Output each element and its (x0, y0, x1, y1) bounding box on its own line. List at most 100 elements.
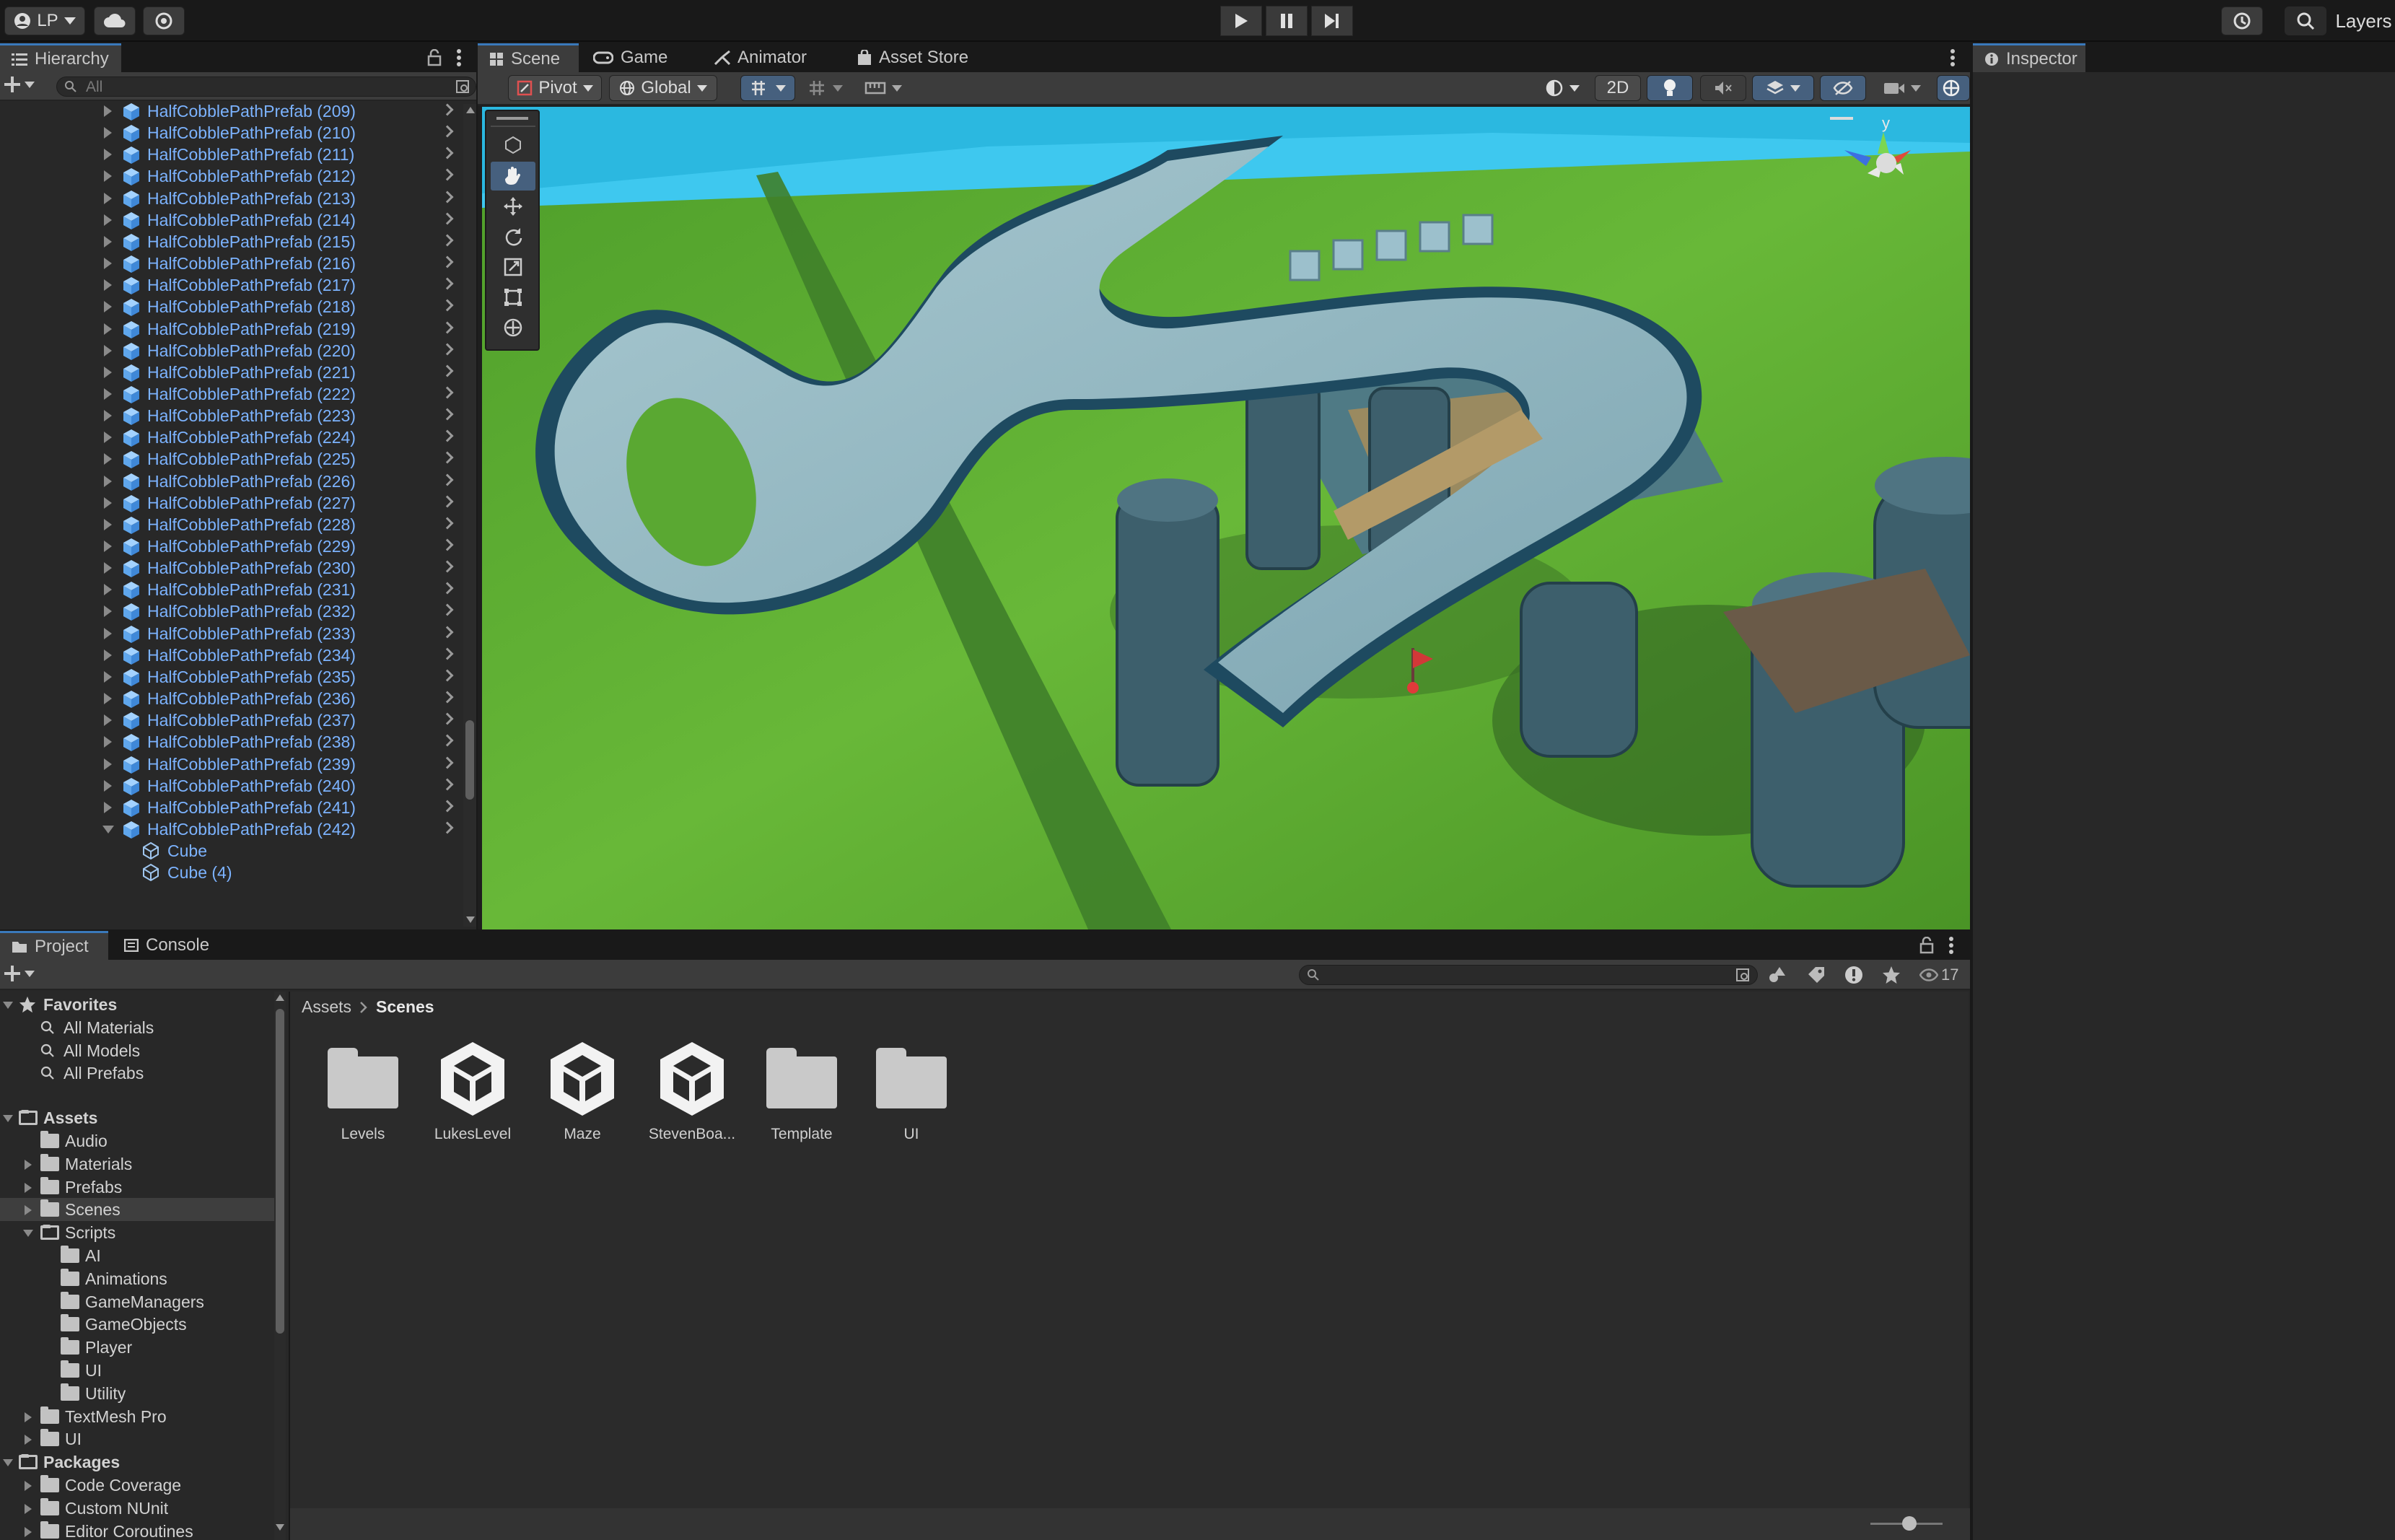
chevron-right-icon[interactable] (441, 538, 454, 551)
chevron-right-icon[interactable] (441, 299, 454, 312)
tab-animator[interactable]: Animator (703, 43, 818, 72)
scroll-up-icon[interactable] (276, 994, 284, 1001)
collapsed-arrow-icon[interactable] (104, 301, 112, 313)
collapsed-arrow-icon[interactable] (104, 214, 112, 226)
collapsed-arrow-icon[interactable] (104, 584, 112, 596)
collapsed-arrow-icon[interactable] (104, 192, 112, 204)
mode-2d-button[interactable]: 2D (1595, 75, 1641, 101)
collapsed-arrow-icon[interactable] (104, 693, 112, 705)
lighting-toggle[interactable] (1647, 75, 1693, 101)
hierarchy-item[interactable]: HalfCobblePathPrefab (215) (0, 230, 462, 253)
collapsed-arrow-icon[interactable] (104, 366, 112, 378)
collapsed-arrow-icon[interactable] (104, 562, 112, 574)
scene-viewport[interactable]: y (482, 107, 1970, 929)
hierarchy-item[interactable]: HalfCobblePathPrefab (219) (0, 318, 462, 341)
collapsed-arrow-icon[interactable] (104, 758, 112, 770)
collapsed-arrow-icon[interactable] (104, 475, 112, 487)
kebab-menu-icon[interactable] (1950, 48, 1956, 68)
hierarchy-item[interactable]: HalfCobblePathPrefab (242) (0, 818, 462, 841)
project-search-input[interactable] (1299, 965, 1758, 985)
tree-folder[interactable]: UI (0, 1359, 274, 1382)
hierarchy-item[interactable]: HalfCobblePathPrefab (235) (0, 665, 462, 688)
play-button[interactable] (1220, 6, 1262, 36)
chevron-right-icon[interactable] (441, 321, 454, 333)
chevron-right-icon[interactable] (441, 691, 454, 704)
cloud-button[interactable] (94, 6, 136, 35)
tree-favorite-item[interactable]: All Models (0, 1039, 274, 1062)
collapsed-arrow-icon[interactable] (104, 714, 112, 727)
collapsed-arrow-icon[interactable] (104, 149, 112, 161)
rotate-tool-button[interactable] (491, 222, 535, 251)
hierarchy-item[interactable]: HalfCobblePathPrefab (240) (0, 774, 462, 797)
chevron-right-icon[interactable] (441, 495, 454, 508)
collapsed-arrow-icon[interactable] (104, 518, 112, 530)
asset-scene[interactable]: StevenBoa... (645, 1039, 739, 1143)
chevron-right-icon[interactable] (441, 756, 454, 769)
chevron-right-icon[interactable] (441, 408, 454, 421)
collapsed-arrow-icon[interactable] (25, 1159, 32, 1170)
tree-folder[interactable]: Animations (0, 1267, 274, 1290)
expanded-arrow-icon[interactable] (3, 1002, 13, 1009)
hierarchy-item[interactable]: HalfCobblePathPrefab (225) (0, 447, 462, 471)
hierarchy-item[interactable]: HalfCobblePathPrefab (218) (0, 295, 462, 318)
filter-by-type-icon[interactable] (1768, 966, 1787, 984)
chevron-right-icon[interactable] (441, 712, 454, 725)
hierarchy-item[interactable]: HalfCobblePathPrefab (213) (0, 187, 462, 210)
hidden-packages-toggle[interactable]: 17 (1919, 966, 1958, 984)
asset-folder[interactable]: Levels (316, 1048, 410, 1143)
tree-folder[interactable]: Player (0, 1336, 274, 1359)
hierarchy-item[interactable]: HalfCobblePathPrefab (211) (0, 143, 462, 166)
grid-visibility-button[interactable] (856, 75, 911, 101)
orientation-gizmo[interactable]: y (1831, 114, 1947, 193)
chevron-right-icon[interactable] (441, 473, 454, 486)
collapsed-arrow-icon[interactable] (104, 170, 112, 183)
chevron-right-icon[interactable] (441, 603, 454, 616)
collapsed-arrow-icon[interactable] (104, 127, 112, 139)
snap-grid-button[interactable] (740, 75, 795, 101)
hierarchy-item[interactable]: HalfCobblePathPrefab (226) (0, 470, 462, 493)
tree-favorite-item[interactable]: All Prefabs (0, 1062, 274, 1085)
global-dropdown[interactable]: Global (609, 75, 717, 101)
tab-project[interactable]: Project (0, 931, 108, 960)
chevron-right-icon[interactable] (441, 647, 454, 660)
collapsed-arrow-icon[interactable] (25, 1412, 32, 1422)
rect-tool-button[interactable] (491, 283, 535, 312)
tree-folder[interactable]: UI (0, 1427, 274, 1451)
search-by-type-icon[interactable] (1735, 968, 1751, 984)
collapsed-arrow-icon[interactable] (104, 235, 112, 248)
chevron-right-icon[interactable] (441, 429, 454, 442)
pivot-dropdown[interactable]: Pivot (508, 75, 602, 101)
tree-folder[interactable]: GameObjects (0, 1313, 274, 1336)
step-button[interactable] (1311, 6, 1353, 36)
move-tool-button[interactable] (491, 192, 535, 221)
chevron-right-icon[interactable] (441, 821, 454, 834)
tree-folder[interactable]: Scripts (0, 1221, 274, 1244)
hierarchy-item[interactable]: HalfCobblePathPrefab (217) (0, 274, 462, 297)
camera-dropdown[interactable] (1872, 75, 1932, 101)
chevron-right-icon[interactable] (441, 103, 454, 116)
hierarchy-item[interactable]: HalfCobblePathPrefab (221) (0, 361, 462, 384)
hierarchy-item[interactable]: HalfCobblePathPrefab (214) (0, 209, 462, 232)
search-button[interactable] (2285, 6, 2326, 35)
tab-inspector[interactable]: Inspector (1973, 43, 2085, 72)
breadcrumb-assets[interactable]: Assets (302, 997, 351, 1017)
chevron-right-icon[interactable] (441, 125, 454, 138)
collapsed-arrow-icon[interactable] (25, 1503, 32, 1514)
chevron-right-icon[interactable] (441, 255, 454, 268)
warning-icon[interactable] (1844, 966, 1863, 984)
increment-snap-button[interactable] (800, 75, 851, 101)
breadcrumb-scenes[interactable]: Scenes (376, 997, 434, 1017)
tree-folder[interactable]: TextMesh Pro (0, 1405, 274, 1428)
collapsed-arrow-icon[interactable] (104, 388, 112, 400)
hierarchy-item[interactable]: HalfCobblePathPrefab (210) (0, 121, 462, 144)
tree-folder[interactable]: Materials (0, 1152, 274, 1176)
collapsed-arrow-icon[interactable] (104, 736, 112, 748)
chevron-right-icon[interactable] (441, 277, 454, 290)
collapsed-arrow-icon[interactable] (104, 453, 112, 465)
hierarchy-item[interactable]: HalfCobblePathPrefab (233) (0, 622, 462, 645)
collapsed-arrow-icon[interactable] (104, 801, 112, 813)
hierarchy-item[interactable]: HalfCobblePathPrefab (212) (0, 165, 462, 188)
collapsed-arrow-icon[interactable] (25, 1182, 32, 1193)
expanded-arrow-icon[interactable] (23, 1230, 33, 1238)
hierarchy-search-input[interactable]: All (56, 76, 476, 97)
